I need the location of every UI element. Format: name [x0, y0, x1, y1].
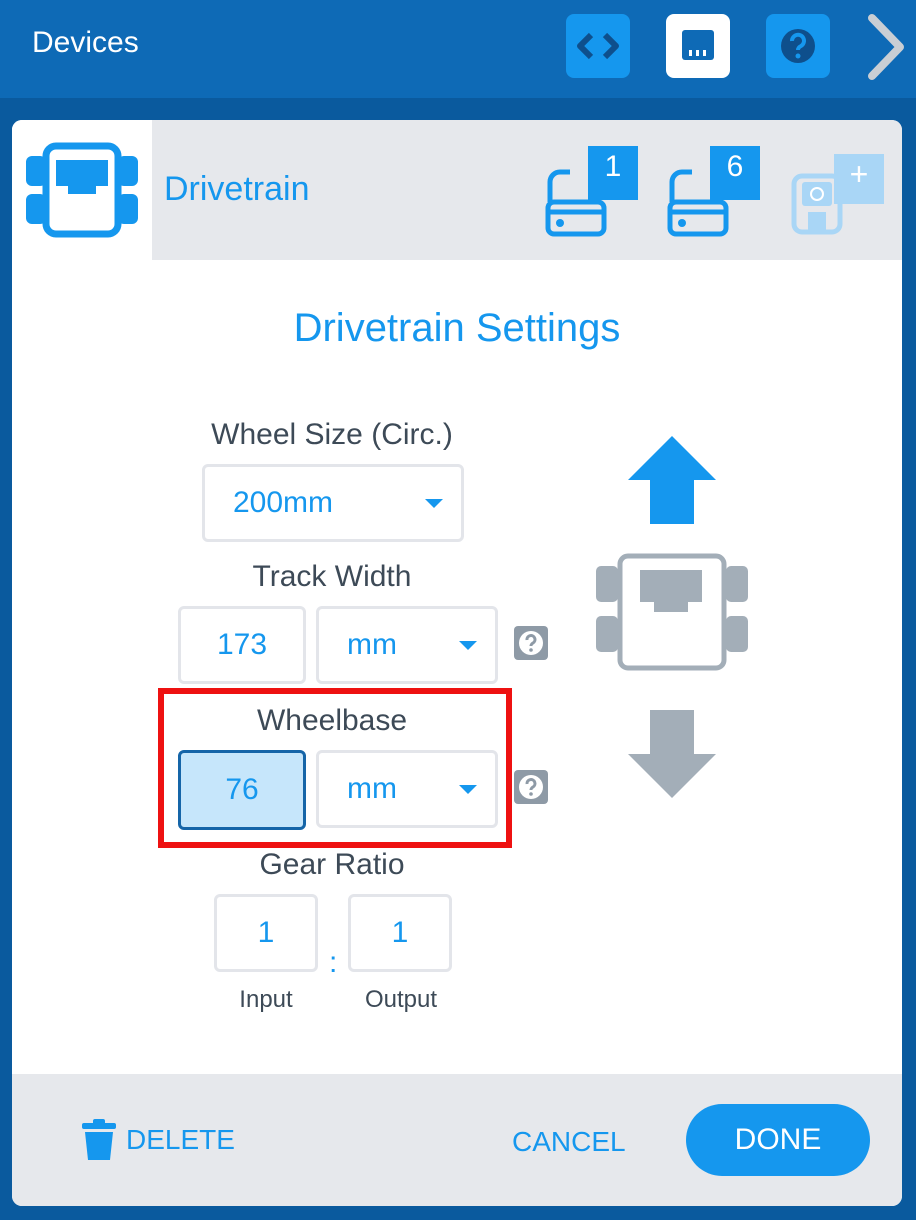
page-title: Devices — [32, 26, 139, 59]
device-title: Drivetrain — [164, 170, 310, 208]
wheelbase-unit: mm — [347, 772, 397, 805]
code-icon — [577, 32, 619, 60]
settings-title: Drivetrain Settings — [293, 306, 621, 350]
wheelbase-help-button[interactable] — [514, 770, 548, 804]
port-1-button[interactable]: 1 — [542, 146, 642, 240]
wheelbase-unit-dropdown[interactable]: mm — [316, 750, 498, 828]
code-view-button[interactable] — [566, 14, 630, 78]
help-icon — [519, 631, 543, 655]
help-button[interactable] — [766, 14, 830, 78]
chevron-right-icon[interactable] — [858, 12, 912, 82]
add-sensor-plus: + — [849, 156, 869, 192]
gear-ratio-label: Gear Ratio — [259, 848, 405, 881]
gear-ratio-input-field[interactable]: 1 — [214, 894, 318, 972]
port-1-label: 1 — [604, 150, 622, 183]
port-6-label: 6 — [726, 150, 744, 183]
delete-button[interactable]: DELETE — [80, 1119, 235, 1161]
chevron-down-icon — [425, 499, 443, 508]
help-icon — [781, 29, 815, 63]
drivetrain-icon — [26, 142, 138, 238]
gear-output-value: 1 — [391, 916, 409, 949]
track-width-label: Track Width — [252, 560, 412, 593]
drivetrain-icon-tile — [12, 120, 152, 260]
gear-ratio-output-field[interactable]: 1 — [348, 894, 452, 972]
chevron-down-icon — [459, 785, 477, 794]
done-button[interactable]: DONE — [686, 1104, 870, 1176]
chevron-down-icon — [459, 641, 477, 650]
drivetrain-card: Drivetrain 1 6 + Drivetrain Settings Whe… — [12, 120, 902, 1206]
device-header: Drivetrain 1 6 + — [12, 120, 902, 260]
gear-output-label: Output — [364, 986, 438, 1013]
gear-input-label: Input — [239, 986, 293, 1013]
track-width-help-button[interactable] — [514, 626, 548, 660]
top-bar: Devices — [0, 0, 916, 98]
track-width-unit: mm — [347, 628, 397, 661]
track-width-value: 173 — [216, 628, 268, 661]
track-width-unit-dropdown[interactable]: mm — [316, 606, 498, 684]
dialog-footer: DELETE CANCEL DONE — [12, 1074, 902, 1206]
devices-icon — [682, 30, 714, 60]
cancel-button[interactable]: CANCEL — [512, 1126, 626, 1158]
wheelbase-label: Wheelbase — [256, 704, 408, 737]
arrow-down-icon[interactable] — [626, 708, 718, 800]
robot-icon — [596, 553, 748, 671]
wheel-size-label: Wheel Size (Circ.) — [211, 418, 453, 451]
add-sensor-button[interactable]: + — [786, 146, 886, 240]
wheelbase-input[interactable]: 76 — [178, 750, 306, 830]
help-icon — [519, 775, 543, 799]
wheel-size-dropdown[interactable]: 200mm — [202, 464, 464, 542]
wheel-size-value: 200mm — [233, 486, 334, 519]
arrow-up-icon[interactable] — [626, 434, 718, 526]
port-6-button[interactable]: 6 — [664, 146, 764, 240]
trash-icon — [82, 1119, 116, 1160]
track-width-input[interactable]: 173 — [178, 606, 306, 684]
gear-input-value: 1 — [257, 916, 275, 949]
gear-ratio-separator: : — [329, 946, 338, 979]
delete-label: DELETE — [126, 1124, 235, 1155]
wheelbase-value: 76 — [225, 773, 259, 806]
devices-button[interactable] — [666, 14, 730, 78]
